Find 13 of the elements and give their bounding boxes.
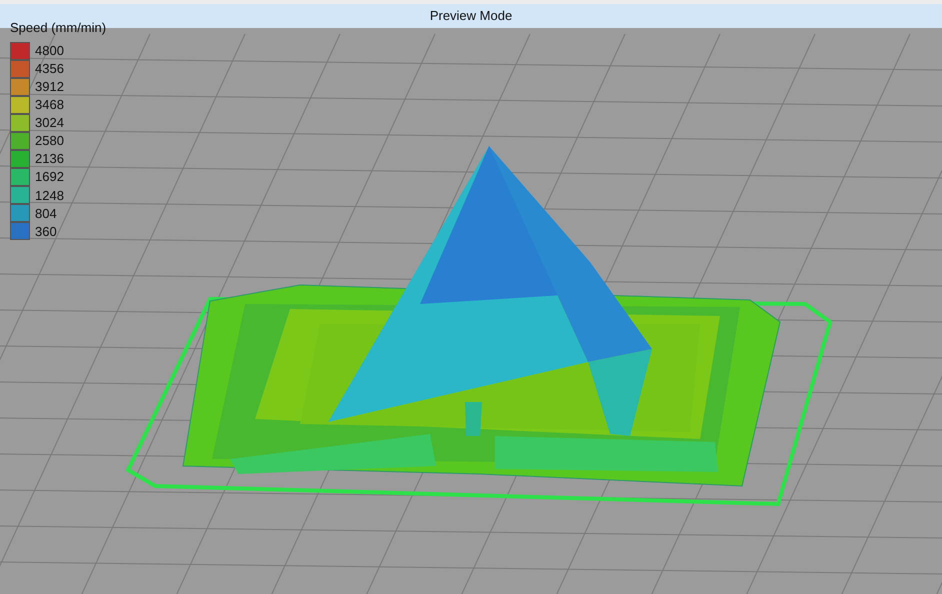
legend-label: 3468	[35, 96, 64, 114]
legend-label: 2580	[35, 132, 64, 150]
legend-title: Speed (mm/min)	[10, 19, 106, 37]
legend-label: 4800	[35, 42, 64, 60]
legend-label: 3024	[35, 114, 64, 132]
legend-label: 360	[35, 222, 57, 241]
legend-label: 2136	[35, 150, 64, 168]
legend-label: 804	[35, 204, 57, 223]
view-mode-title: Preview Mode	[430, 7, 512, 26]
legend-label: 1248	[35, 186, 64, 205]
legend-label: 3912	[35, 78, 64, 96]
legend-label: 1692	[35, 168, 64, 186]
legend-label: 4356	[35, 60, 64, 78]
